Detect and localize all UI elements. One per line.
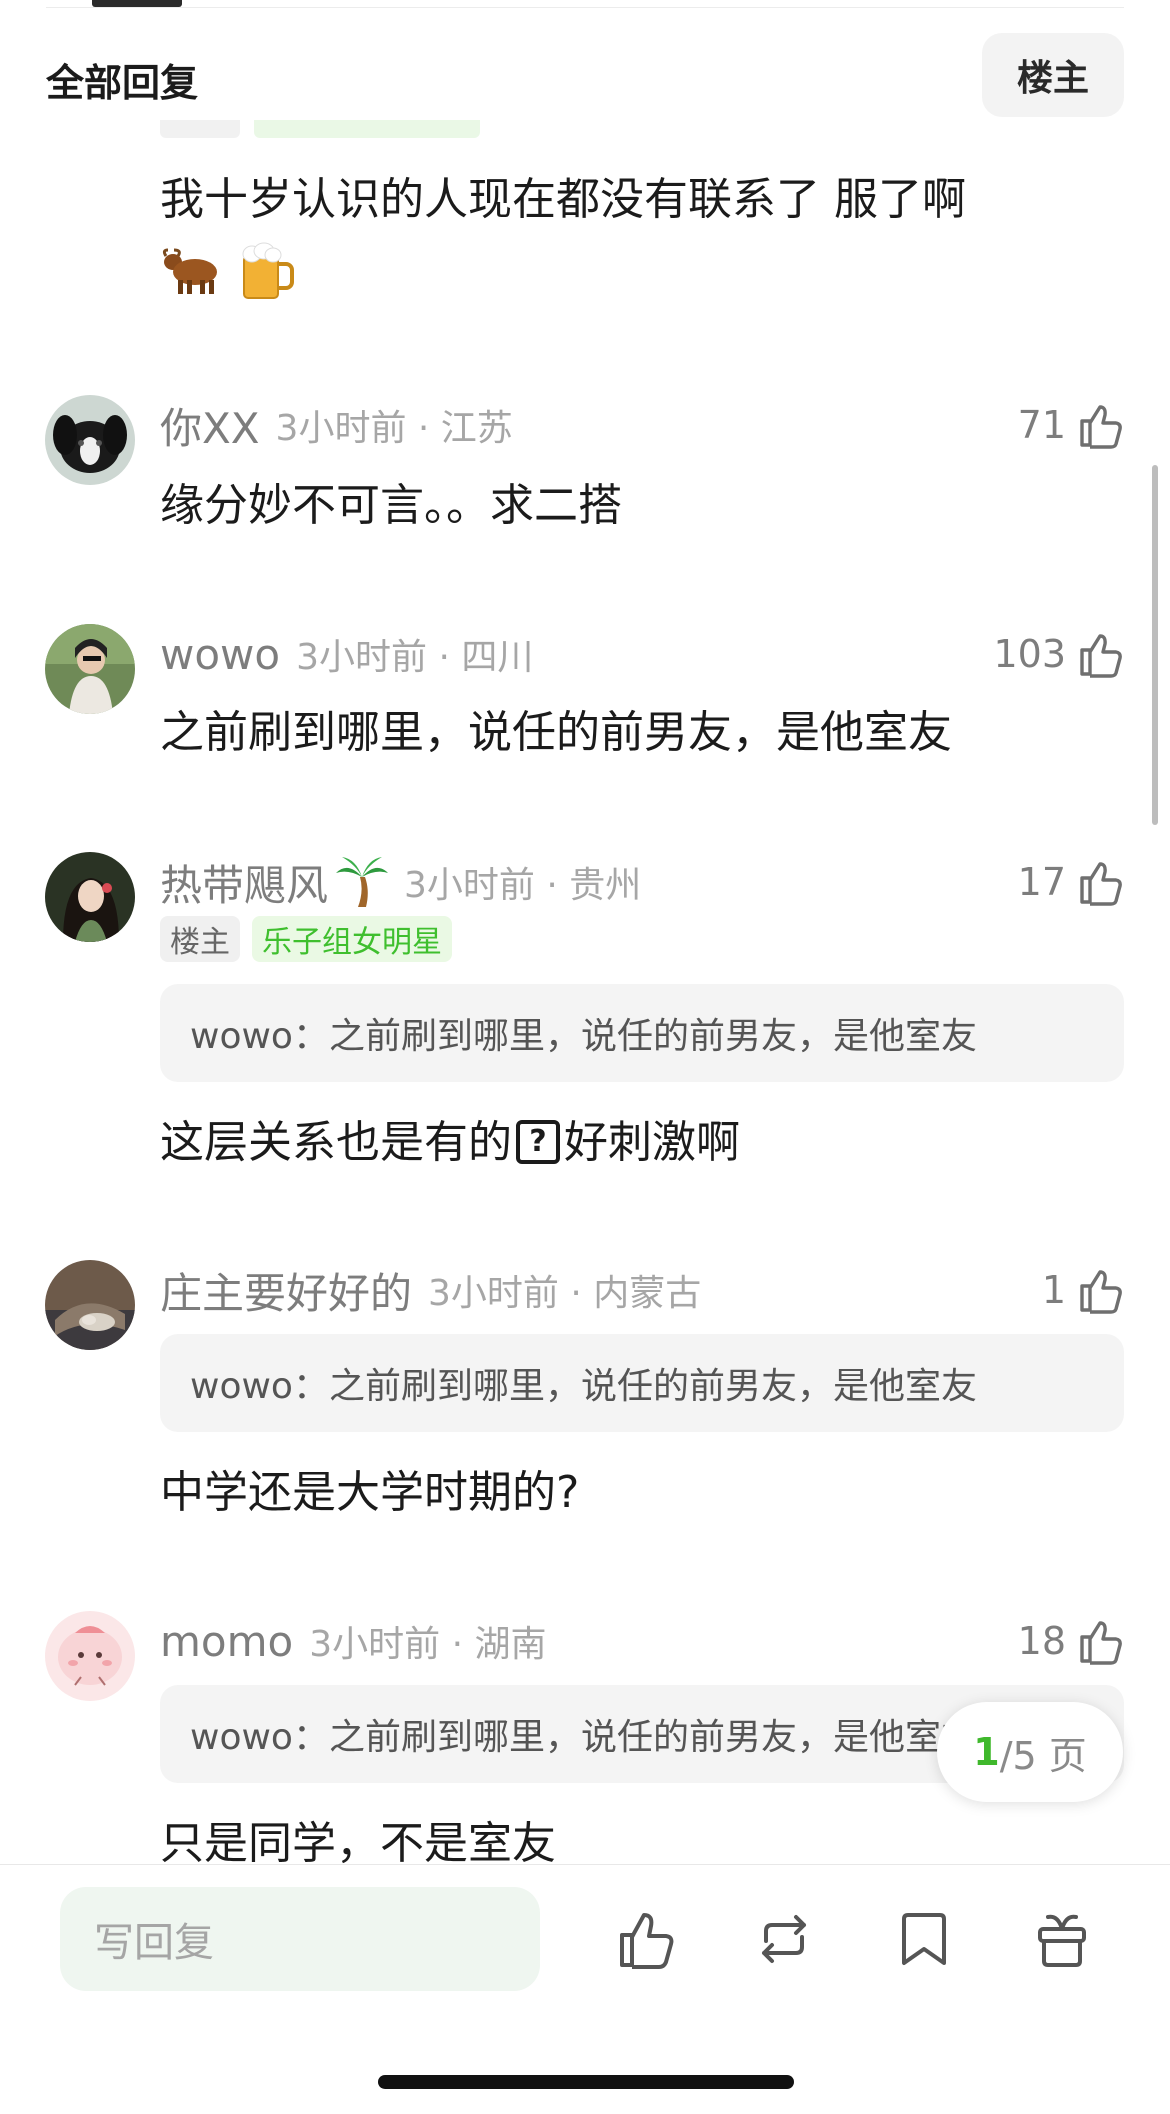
username[interactable]: momo — [160, 1617, 293, 1666]
comment-text: 中学还是大学时期的? — [160, 1467, 580, 1518]
page-indicator[interactable]: 1/5 页 — [937, 1702, 1123, 1802]
time-location: 3小时前 · 四川 — [296, 637, 534, 678]
time-location: 3小时前 · 贵州 — [404, 865, 642, 906]
op-tag: 楼主 — [160, 916, 240, 962]
like-count: 1 — [1041, 1268, 1066, 1312]
op-only-filter-button[interactable]: 楼主 — [982, 33, 1124, 117]
comment-text: 缘分妙不可言。。求二搭 — [160, 480, 622, 531]
all-replies-title: 全部回复 — [46, 61, 199, 105]
comment-text: 我十岁认识的人现在都没有联系了 服了啊 — [160, 174, 966, 225]
username[interactable]: 庄主要好好的 — [160, 1260, 412, 1321]
bottom-action-bar: 写回复 — [0, 1864, 1170, 2114]
replies-header: 全部回复 楼主 — [0, 30, 1170, 120]
emoji-row — [160, 242, 294, 302]
time-location: 3小时前 · 湖南 — [309, 1624, 547, 1665]
comment-meta: 热带飓风 3小时前 · 贵州 — [160, 852, 641, 912]
like-count: 103 — [993, 632, 1066, 676]
user-tags: 楼主 乐子组女明星 — [160, 916, 452, 962]
comment-text: 之前刷到哪里，说任的前男友，是他室友 — [160, 707, 952, 758]
like-button[interactable]: 17 — [1018, 852, 1124, 912]
like-count: 71 — [1017, 403, 1066, 447]
comment-text-part: 这层关系也是有的 — [160, 1117, 512, 1168]
time-location: 3小时前 · 江苏 — [275, 408, 513, 449]
comment-meta: 庄主要好好的 3小时前 · 内蒙古 — [160, 1260, 701, 1320]
current-page: 1 — [973, 1730, 1000, 1774]
fan-group-tag[interactable]: 乐子组女明星 — [252, 916, 452, 962]
like-button[interactable]: 18 — [1018, 1611, 1124, 1671]
like-count: 17 — [1017, 860, 1066, 904]
palm-tree-emoji-icon — [336, 857, 389, 907]
beer-emoji-icon — [242, 242, 294, 299]
reply-input[interactable]: 写回复 — [60, 1887, 540, 1991]
like-button[interactable]: 71 — [1018, 395, 1124, 455]
time-location: 3小时前 · 内蒙古 — [428, 1273, 702, 1314]
username[interactable]: 你XX — [160, 395, 260, 456]
home-indicator — [378, 2075, 794, 2089]
thumb-up-icon — [1080, 634, 1122, 678]
avatar[interactable] — [45, 1611, 135, 1701]
username[interactable]: 热带飓风 — [160, 852, 328, 913]
comment-meta: momo 3小时前 · 湖南 — [160, 1611, 546, 1671]
like-count: 18 — [1017, 1619, 1066, 1663]
thumb-up-icon — [1080, 1270, 1122, 1314]
comment-meta: 你XX 3小时前 · 江苏 — [160, 395, 513, 455]
like-button[interactable]: 103 — [993, 624, 1124, 684]
repost-icon[interactable] — [752, 1907, 816, 1971]
total-pages: /5 页 — [999, 1733, 1087, 1778]
question-box-emoji-icon: ? — [516, 1120, 560, 1164]
partial-tags — [160, 120, 480, 150]
comment-meta: wowo 3小时前 · 四川 — [160, 624, 533, 684]
avatar[interactable] — [45, 1260, 135, 1350]
username[interactable]: wowo — [160, 630, 280, 679]
comment-text: 只是同学，不是室友 — [160, 1818, 556, 1869]
top-divider — [46, 7, 1124, 8]
avatar[interactable] — [45, 624, 135, 714]
tab-indicator — [92, 0, 182, 7]
comment-text: 这层关系也是有的? 好刺激啊 — [160, 1106, 740, 1170]
comment-text-part: 好刺激啊 — [564, 1117, 740, 1168]
quoted-reply[interactable]: wowo：之前刷到哪里，说任的前男友，是他室友 — [160, 984, 1124, 1082]
scrollbar[interactable] — [1152, 465, 1158, 825]
thumb-up-icon — [1080, 862, 1122, 906]
avatar[interactable] — [45, 852, 135, 942]
thumb-up-icon — [1080, 1621, 1122, 1665]
quoted-reply[interactable]: wowo：之前刷到哪里，说任的前男友，是他室友 — [160, 1334, 1124, 1432]
thumb-up-icon — [1080, 405, 1122, 449]
bookmark-icon[interactable] — [892, 1907, 956, 1971]
avatar[interactable] — [45, 395, 135, 485]
ox-emoji-icon — [162, 248, 217, 294]
gift-icon[interactable] — [1030, 1907, 1094, 1971]
like-button[interactable]: 1 — [1042, 1260, 1124, 1320]
thumb-up-icon[interactable] — [614, 1907, 678, 1971]
